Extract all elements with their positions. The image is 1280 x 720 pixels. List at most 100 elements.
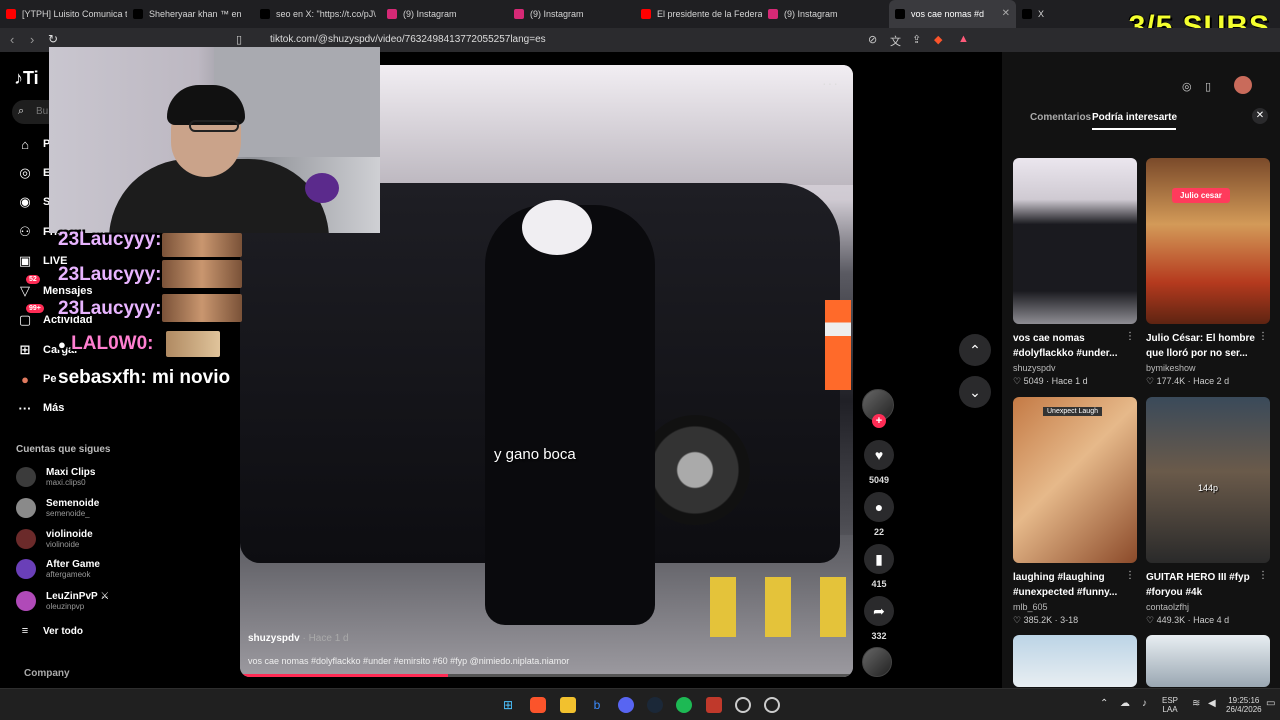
windows-start-icon[interactable]: ⊞ [500, 697, 516, 713]
profile-icon: ● [21, 371, 29, 387]
video-author[interactable]: shuzyspdv · Hace 1 d [248, 633, 349, 644]
following-account[interactable]: Semenoide semenoide_ [16, 494, 99, 522]
comment-icon: ● [864, 492, 894, 522]
following-account[interactable]: LeuZinPvP ⚔ oleuzinpvp [16, 587, 109, 615]
file-explorer-icon[interactable] [560, 697, 576, 713]
chevron-up-icon[interactable]: ⌃ [1100, 699, 1108, 709]
avatar [16, 498, 36, 518]
sound-avatar[interactable] [862, 647, 892, 677]
related-video-card[interactable]: vos cae nomas #dolyflackko #under... shu… [1013, 158, 1137, 388]
browser-tab[interactable]: seo en X: "https://t.co/pJ\ [254, 0, 381, 28]
following-account[interactable]: After Game aftergameok [16, 555, 100, 583]
video-frame-bag [522, 200, 592, 255]
tab-favicon-icon [1022, 9, 1032, 19]
notifications-icon[interactable]: ▭ [1266, 699, 1275, 709]
tab-related[interactable]: Podría interesarte [1092, 112, 1177, 123]
browser-tab[interactable]: vos cae nomas #d ✕ [889, 0, 1016, 28]
nav-item-more[interactable]: ··· Más [16, 398, 65, 418]
spotify-icon[interactable] [676, 697, 692, 713]
kebab-menu-icon[interactable]: ⋮ [1125, 331, 1135, 342]
no-translate-icon[interactable]: ⊘ [868, 33, 877, 46]
webcam-overlay [49, 47, 380, 233]
tab-favicon-icon [514, 9, 524, 19]
avatar [16, 467, 36, 487]
translate-icon[interactable]: 文 [890, 33, 901, 49]
brave-browser-icon[interactable] [530, 697, 546, 713]
video-description: vos cae nomas #dolyflackko #under #emirs… [248, 656, 570, 666]
nav-item-following[interactable]: ◉ S [16, 192, 50, 212]
related-video-card[interactable] [1013, 635, 1137, 687]
video-progress-bar[interactable] [240, 674, 853, 677]
wifi-icon[interactable]: ≋ [1192, 699, 1200, 709]
obs-icon[interactable] [735, 697, 751, 713]
follow-plus-icon[interactable]: + [872, 414, 886, 428]
device-icon[interactable]: ▯ [1205, 80, 1211, 93]
browser-tab[interactable]: El presidente de la Federa [635, 0, 762, 28]
language-indicator[interactable]: ESP LAA [1162, 696, 1178, 714]
nav-item-home[interactable]: ⌂ P [16, 134, 50, 154]
browser-tab[interactable]: Sheheryaar khan ™ en [127, 0, 254, 28]
related-video-card[interactable]: Unexpect Laugh laughing #laughing #unexp… [1013, 397, 1137, 627]
bing-icon[interactable]: b [589, 697, 605, 713]
kebab-menu-icon[interactable]: ⋮ [1125, 570, 1135, 581]
tab-favicon-icon [260, 9, 270, 19]
tab-favicon-icon [387, 9, 397, 19]
nav-item-explore[interactable]: ◎ E [16, 163, 50, 183]
clock[interactable]: 19:25:16 26/4/2026 [1226, 696, 1262, 714]
video-thumbnail [1013, 635, 1137, 687]
following-section-title: Cuentas que sigues [16, 444, 111, 455]
user-avatar[interactable] [1234, 76, 1252, 94]
side-panel: ◎ ▯ Comentarios Podría interesarte ✕ vos… [1002, 52, 1280, 688]
kebab-menu-icon[interactable]: ⋮ [1258, 331, 1268, 342]
like-button[interactable]: ♥ 5049 [862, 440, 896, 485]
browser-tab[interactable]: (9) Instagram [762, 0, 889, 28]
following-account[interactable]: Maxi Clips maxi.clips0 [16, 463, 95, 491]
comment-button[interactable]: ● 22 [862, 492, 896, 537]
browser-tab[interactable]: X [1016, 0, 1076, 28]
save-button[interactable]: ▮ 415 [862, 544, 896, 589]
related-video-card[interactable]: 144p GUITAR HERO III #fyp #foryou #4k co… [1146, 397, 1270, 627]
close-icon[interactable]: ✕ [1252, 108, 1268, 124]
next-video-button[interactable]: ⌄ [959, 376, 991, 408]
compass-icon[interactable]: ◎ [1182, 80, 1192, 93]
close-tab-icon[interactable]: ✕ [1002, 8, 1010, 19]
previous-video-button[interactable]: ⌃ [959, 334, 991, 366]
kebab-menu-icon[interactable]: ⋮ [1258, 570, 1268, 581]
related-video-card[interactable]: Julio cesar Julio César: El hombre que l… [1146, 158, 1270, 388]
brave-rewards-icon[interactable]: ▲ [958, 33, 969, 45]
microphone-icon[interactable]: ♪ [1142, 699, 1147, 709]
live-icon: ▣ [18, 253, 32, 268]
related-video-card[interactable] [1146, 635, 1270, 687]
video-thumbnail: Unexpect Laugh [1013, 397, 1137, 563]
app-icon[interactable] [764, 697, 780, 713]
company-link[interactable]: Company [24, 668, 70, 679]
browser-tab[interactable]: (9) Instagram [381, 0, 508, 28]
more-options-icon[interactable]: ··· [822, 75, 839, 91]
reload-icon[interactable]: ↻ [48, 32, 58, 46]
following-account[interactable]: violinoide violinoide [16, 525, 93, 553]
cloud-icon[interactable]: ☁ [1120, 699, 1130, 709]
quality-label: 144p [1198, 483, 1219, 493]
more-icon: ··· [18, 400, 32, 416]
forward-icon[interactable]: › [30, 32, 34, 47]
video-thumbnail: 144p [1146, 397, 1270, 563]
see-all-button[interactable]: ≡ Ver todo [16, 621, 83, 641]
share-button[interactable]: ➦ 332 [862, 596, 896, 641]
messages-icon: ▽ [20, 283, 30, 298]
steam-icon[interactable] [647, 697, 663, 713]
volume-icon[interactable]: ◀ [1208, 699, 1216, 709]
list-icon: ≡ [21, 625, 29, 637]
bookmark-icon[interactable]: ▯ [236, 33, 242, 46]
tiktok-logo[interactable]: ♪Ti [14, 68, 39, 89]
brave-shield-icon[interactable]: ◆ [934, 33, 942, 46]
share-arrow-icon: ➦ [864, 596, 894, 626]
browser-tab[interactable]: (9) Instagram [508, 0, 635, 28]
app-icon[interactable] [706, 697, 722, 713]
back-icon[interactable]: ‹ [10, 32, 14, 47]
nav-item-profile[interactable]: ● Pe [16, 369, 56, 389]
bookmark-icon: ▮ [864, 544, 894, 574]
discord-icon[interactable] [618, 697, 634, 713]
tab-comments[interactable]: Comentarios [1030, 112, 1091, 123]
share-icon[interactable]: ⇪ [912, 33, 921, 46]
browser-tab[interactable]: [YTPH] Luisito Comunica t [0, 0, 127, 28]
